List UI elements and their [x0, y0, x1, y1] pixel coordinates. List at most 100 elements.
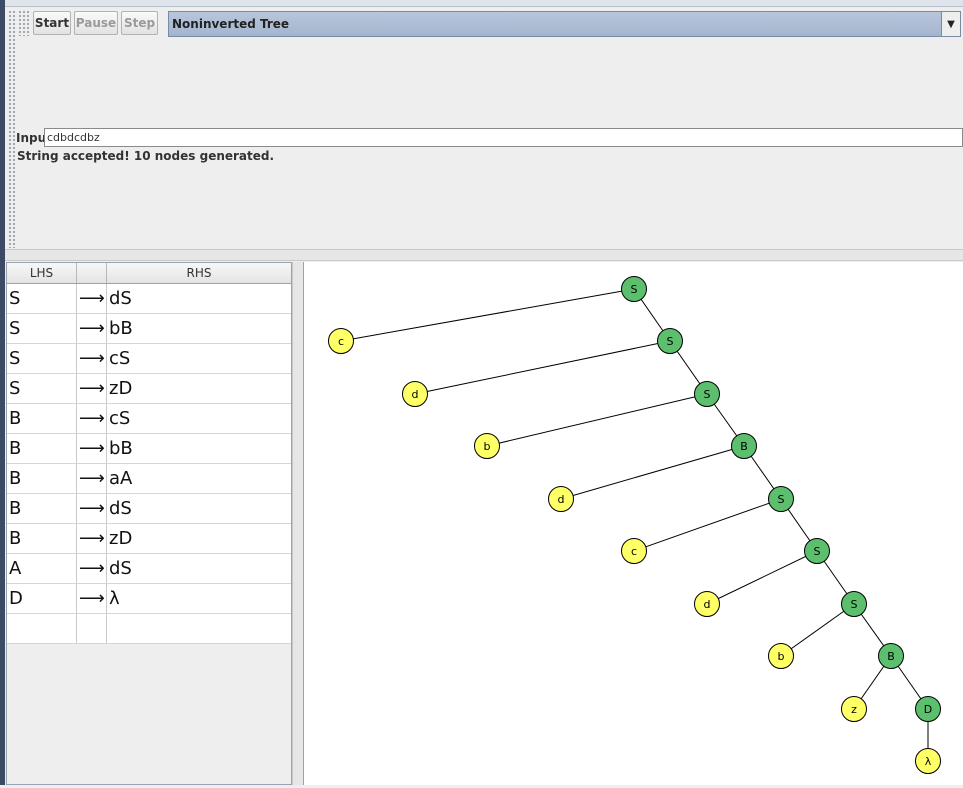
- table-row[interactable]: B ⟶ dS: [7, 494, 291, 524]
- cell-lhs[interactable]: B: [7, 434, 77, 463]
- pause-button[interactable]: Pause: [74, 11, 118, 35]
- window-top-edge: [0, 0, 963, 7]
- cell-lhs[interactable]: S: [7, 284, 77, 313]
- grammar-table: LHS RHS S ⟶ dS S ⟶ bB S ⟶ cS S ⟶ zD B ⟶ cS B ⟶ bB B ⟶ aA B ⟶ dS…: [6, 262, 292, 785]
- table-row[interactable]: B ⟶ bB: [7, 434, 291, 464]
- nonterminal-node[interactable]: S: [621, 276, 647, 302]
- cell-lhs[interactable]: S: [7, 344, 77, 373]
- node-label: S: [704, 388, 711, 401]
- window-left-edge: [0, 0, 5, 785]
- button-bar-grip[interactable]: [18, 10, 30, 36]
- table-row[interactable]: B ⟶ cS: [7, 404, 291, 434]
- nonterminal-node[interactable]: S: [841, 591, 867, 617]
- cell-lhs[interactable]: [7, 614, 77, 643]
- parse-tree-canvas: Sc Sd Sb Bd Sc Sd Sb Bz Dλ: [328, 276, 941, 774]
- cell-arrow[interactable]: ⟶: [77, 554, 107, 583]
- terminal-node[interactable]: d: [402, 381, 428, 407]
- toolbar-grip[interactable]: [8, 10, 15, 248]
- nonterminal-node[interactable]: B: [878, 643, 904, 669]
- node-label: λ: [925, 755, 932, 768]
- terminal-node[interactable]: b: [474, 433, 500, 459]
- start-button[interactable]: Start: [33, 11, 71, 35]
- step-button[interactable]: Step: [121, 11, 158, 35]
- node-label: S: [851, 598, 858, 611]
- horizontal-split-divider[interactable]: [5, 249, 963, 261]
- table-row[interactable]: B ⟶ zD: [7, 524, 291, 554]
- cell-arrow[interactable]: ⟶: [77, 284, 107, 313]
- tree-edge: [633, 498, 782, 552]
- cell-arrow[interactable]: ⟶: [77, 314, 107, 343]
- cell-arrow[interactable]: ⟶: [77, 344, 107, 373]
- tree-edge: [414, 340, 671, 395]
- nonterminal-node[interactable]: S: [768, 486, 794, 512]
- cell-lhs[interactable]: S: [7, 314, 77, 343]
- cell-arrow[interactable]: ⟶: [77, 494, 107, 523]
- cell-rhs[interactable]: bB: [107, 314, 291, 343]
- table-row[interactable]: S ⟶ zD: [7, 374, 291, 404]
- node-label: B: [887, 650, 895, 663]
- cell-lhs[interactable]: D: [7, 584, 77, 613]
- tree-edge: [780, 603, 855, 657]
- cell-arrow[interactable]: ⟶: [77, 434, 107, 463]
- nonterminal-node[interactable]: S: [804, 538, 830, 564]
- input-string-field[interactable]: [44, 128, 963, 147]
- header-arrow[interactable]: [77, 263, 107, 283]
- terminal-node[interactable]: d: [548, 486, 574, 512]
- table-row[interactable]: B ⟶ aA: [7, 464, 291, 494]
- terminal-node[interactable]: c: [621, 538, 647, 564]
- cell-rhs[interactable]: cS: [107, 404, 291, 433]
- header-rhs[interactable]: RHS: [107, 263, 291, 283]
- cell-rhs[interactable]: dS: [107, 494, 291, 523]
- cell-rhs[interactable]: aA: [107, 464, 291, 493]
- cell-lhs[interactable]: B: [7, 464, 77, 493]
- terminal-node[interactable]: b: [768, 643, 794, 669]
- terminal-node[interactable]: c: [328, 328, 354, 354]
- node-label: S: [814, 545, 821, 558]
- chevron-down-icon[interactable]: ▼: [941, 12, 960, 36]
- cell-lhs[interactable]: B: [7, 524, 77, 553]
- cell-rhs[interactable]: dS: [107, 554, 291, 583]
- vertical-split-divider[interactable]: [292, 262, 304, 785]
- node-label: d: [704, 598, 711, 611]
- cell-arrow[interactable]: ⟶: [77, 404, 107, 433]
- terminal-node[interactable]: λ: [915, 748, 941, 774]
- node-label: S: [631, 283, 638, 296]
- node-label: c: [338, 335, 344, 348]
- cell-lhs[interactable]: S: [7, 374, 77, 403]
- cell-rhs[interactable]: bB: [107, 434, 291, 463]
- table-row[interactable]: A ⟶ dS: [7, 554, 291, 584]
- node-label: S: [667, 335, 674, 348]
- status-message: String accepted! 10 nodes generated.: [17, 149, 275, 163]
- terminal-node[interactable]: z: [841, 696, 867, 722]
- cell-arrow[interactable]: ⟶: [77, 374, 107, 403]
- nonterminal-node[interactable]: S: [657, 328, 683, 354]
- cell-arrow[interactable]: [77, 614, 107, 643]
- cell-rhs[interactable]: zD: [107, 374, 291, 403]
- cell-rhs[interactable]: [107, 614, 291, 643]
- cell-arrow[interactable]: ⟶: [77, 524, 107, 553]
- cell-lhs[interactable]: B: [7, 404, 77, 433]
- table-row[interactable]: [7, 614, 291, 644]
- table-row[interactable]: S ⟶ cS: [7, 344, 291, 374]
- cell-rhs[interactable]: cS: [107, 344, 291, 373]
- header-lhs[interactable]: LHS: [7, 263, 77, 283]
- node-label: b: [484, 440, 491, 453]
- tree-edge: [560, 445, 745, 500]
- cell-lhs[interactable]: A: [7, 554, 77, 583]
- cell-rhs[interactable]: zD: [107, 524, 291, 553]
- view-mode-select[interactable]: Noninverted Tree ▼: [168, 11, 961, 37]
- table-row[interactable]: S ⟶ dS: [7, 284, 291, 314]
- cell-arrow[interactable]: ⟶: [77, 584, 107, 613]
- node-label: S: [778, 493, 785, 506]
- nonterminal-node[interactable]: S: [694, 381, 720, 407]
- cell-lhs[interactable]: B: [7, 494, 77, 523]
- cell-arrow[interactable]: ⟶: [77, 464, 107, 493]
- nonterminal-node[interactable]: B: [731, 433, 757, 459]
- terminal-node[interactable]: d: [694, 591, 720, 617]
- table-row[interactable]: S ⟶ bB: [7, 314, 291, 344]
- parse-tree-panel: Sc Sd Sb Bd Sc Sd Sb Bz Dλ: [304, 262, 963, 785]
- cell-rhs[interactable]: λ: [107, 584, 291, 613]
- table-row[interactable]: D ⟶ λ: [7, 584, 291, 614]
- nonterminal-node[interactable]: D: [915, 696, 941, 722]
- cell-rhs[interactable]: dS: [107, 284, 291, 313]
